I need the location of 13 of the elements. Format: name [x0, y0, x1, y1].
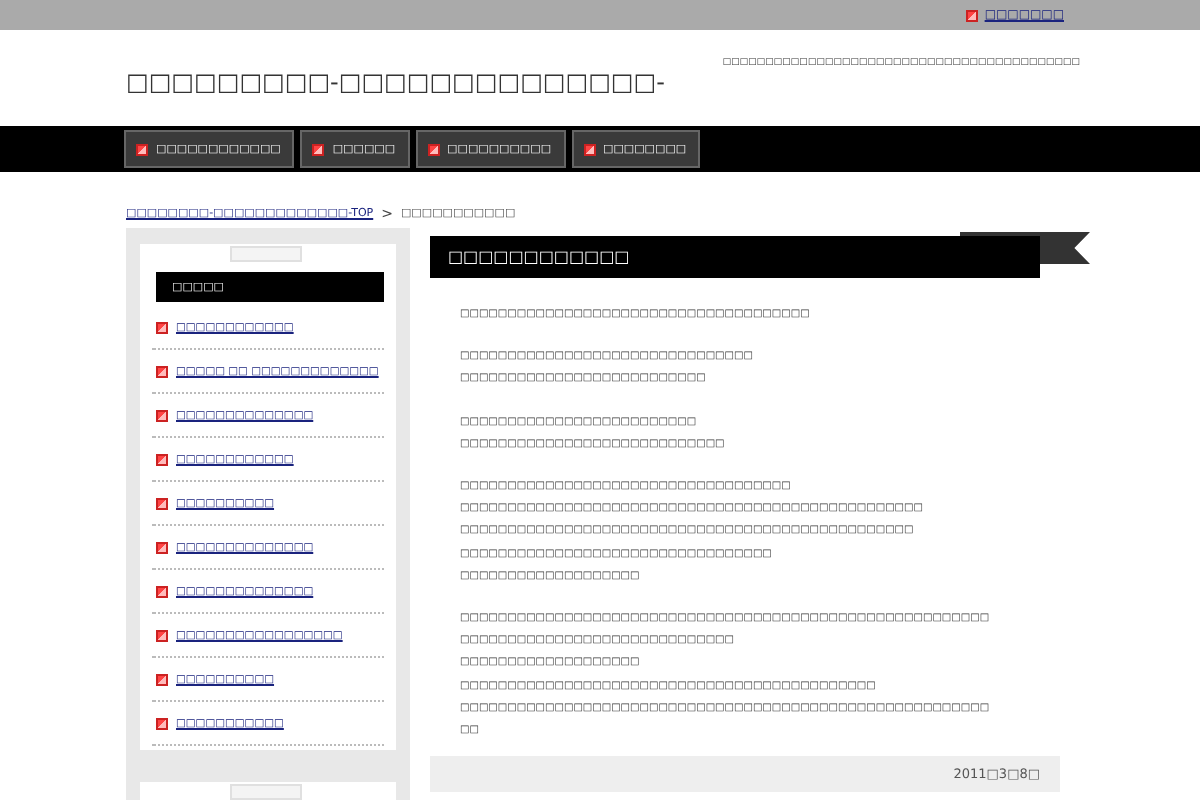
link-icon [156, 453, 168, 465]
link-icon [156, 409, 168, 421]
site-title: □□□□□□□□□-□□□□□□□□□□□□□□- [126, 68, 665, 100]
link-icon [966, 9, 979, 21]
link-icon [156, 365, 168, 377]
link-icon [156, 497, 168, 509]
link-icon [156, 585, 168, 597]
link-icon [156, 673, 168, 685]
link-icon [156, 717, 168, 729]
link-icon [156, 321, 168, 333]
link-icon [156, 541, 168, 553]
link-icon [156, 629, 168, 641]
article-title: □□□□□□□□□□□□ [430, 236, 1040, 278]
